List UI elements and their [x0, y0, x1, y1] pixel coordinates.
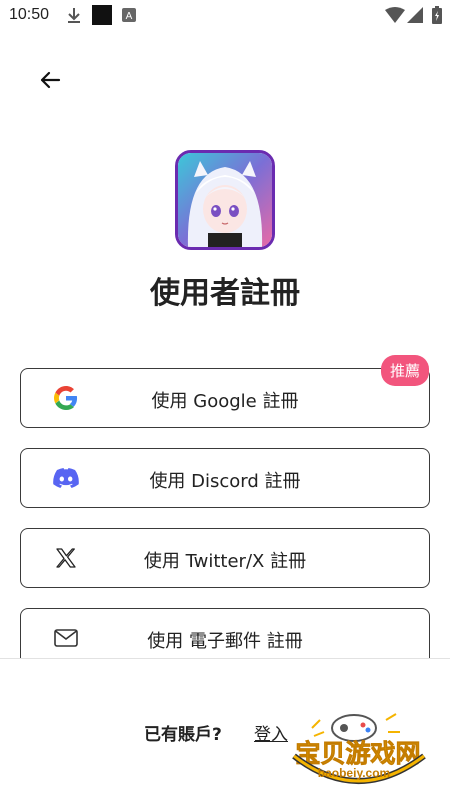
- signal-icon: [407, 7, 423, 28]
- google-signup-button[interactable]: 使用 Google 註冊 推薦: [20, 355, 430, 428]
- app-icon: [175, 150, 275, 250]
- a-icon: A: [122, 8, 136, 27]
- battery-icon: [432, 6, 442, 29]
- recommended-badge: 推薦: [380, 355, 429, 386]
- twitter-signup-label: 使用 Twitter/X 註冊: [143, 551, 307, 572]
- svg-text:A: A: [126, 11, 133, 22]
- page-title: 使用者註冊: [150, 276, 300, 311]
- back-button[interactable]: [32, 62, 68, 98]
- watermark-text: 宝贝游戏网: [295, 739, 420, 768]
- status-bar: 10:50 A: [0, 0, 450, 32]
- discord-signup-label: 使用 Discord 註冊: [149, 471, 301, 492]
- footer-divider: [0, 658, 450, 659]
- watermark-logo: 宝贝游戏网 baobeiy.com: [268, 702, 448, 798]
- discord-signup-button[interactable]: 使用 Discord 註冊: [20, 448, 430, 508]
- google-signup-label: 使用 Google 註冊: [151, 391, 299, 412]
- anime-girl-app-icon: [178, 153, 272, 247]
- have-account-text: 已有賬戶?: [144, 725, 222, 745]
- arrow-left-icon: [40, 71, 61, 89]
- download-icon: [66, 6, 82, 29]
- status-time: 10:50: [9, 6, 50, 23]
- watermark-url: baobeiy.com: [318, 766, 390, 780]
- square-icon: [92, 5, 112, 30]
- email-signup-label: 使用 電子郵件 註冊: [147, 631, 303, 652]
- wifi-icon: [385, 7, 405, 28]
- twitter-signup-button[interactable]: 使用 Twitter/X 註冊: [20, 528, 430, 588]
